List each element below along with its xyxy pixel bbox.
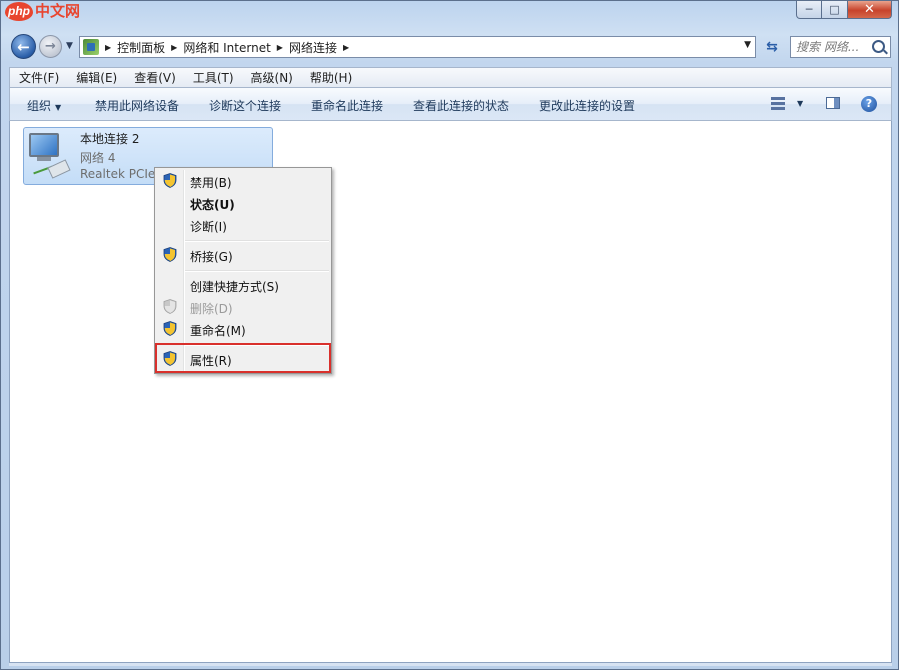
history-dropdown-icon[interactable]: ▼ (66, 41, 73, 51)
search-box[interactable] (790, 36, 891, 58)
command-bar: 组织 ▼ 禁用此网络设备 诊断这个连接 重命名此连接 查看此连接的状态 更改此连接… (9, 88, 892, 121)
ctx-disable-label: 禁用(B) (190, 176, 232, 190)
back-button[interactable]: ← (11, 34, 36, 59)
refresh-icon: ⇆ (766, 39, 778, 55)
logo-cn-text: 中文网 (35, 2, 81, 20)
chevron-down-icon: ▼ (55, 103, 62, 112)
ctx-create-shortcut-label: 创建快捷方式(S) (190, 280, 279, 294)
connection-name: 本地连接 2 (80, 132, 140, 146)
organize-button[interactable]: 组织 ▼ (27, 97, 61, 114)
uac-shield-icon (163, 173, 177, 188)
uac-shield-icon (163, 247, 177, 262)
menu-separator (185, 270, 329, 272)
window-bottom-border (9, 663, 892, 666)
view-dropdown-icon[interactable]: ▼ (797, 99, 803, 108)
help-icon[interactable]: ? (861, 96, 877, 112)
ctx-delete: 删除(D) (157, 296, 329, 318)
forward-button[interactable]: → (39, 35, 62, 58)
caption-buttons: ─ □ ✕ (796, 1, 892, 19)
properties-highlight-box (155, 343, 331, 373)
ctx-diagnose-label: 诊断(I) (190, 220, 227, 234)
minimize-button[interactable]: ─ (796, 1, 822, 19)
file-list-area[interactable] (9, 121, 892, 663)
preview-pane-icon[interactable] (826, 97, 840, 109)
uac-shield-icon (163, 299, 177, 314)
menu-advanced[interactable]: 高级(N) (242, 69, 301, 86)
ctx-status-label: 状态(U) (190, 198, 235, 212)
refresh-button[interactable]: ⇆ (761, 36, 783, 58)
maximize-button[interactable]: □ (822, 1, 848, 19)
diagnose-button[interactable]: 诊断这个连接 (209, 97, 281, 114)
menu-view[interactable]: 查看(V) (125, 69, 184, 86)
view-status-button[interactable]: 查看此连接的状态 (413, 97, 509, 114)
connection-adapter: Realtek PCIe (80, 167, 156, 181)
explorer-window: php 中文网 ─ □ ✕ ← → ▼ ▶ 控制面板 ▶ 网络和 Interne… (0, 0, 899, 670)
menu-separator (185, 240, 329, 242)
network-adapter-icon (27, 131, 73, 181)
address-dropdown-icon[interactable]: ▼ (744, 40, 751, 50)
change-view-icon[interactable] (771, 97, 785, 111)
navigation-bar: ← → ▼ ▶ 控制面板 ▶ 网络和 Internet ▶ 网络连接 ▶ ▼ ⇆ (9, 34, 892, 60)
chevron-right-icon[interactable]: ▶ (105, 43, 111, 52)
rename-button[interactable]: 重命名此连接 (311, 97, 383, 114)
ctx-bridge[interactable]: 桥接(G) (157, 244, 329, 266)
menu-help[interactable]: 帮助(H) (301, 69, 360, 86)
ctx-delete-label: 删除(D) (190, 302, 233, 316)
search-icon[interactable] (872, 40, 885, 53)
breadcrumb-control-panel[interactable]: 控制面板 (117, 39, 165, 56)
organize-label: 组织 (27, 99, 52, 113)
breadcrumb-network-connections[interactable]: 网络连接 (289, 39, 337, 56)
menu-bar: 文件(F) 编辑(E) 查看(V) 工具(T) 高级(N) 帮助(H) (9, 67, 892, 88)
logo-php-badge: php (5, 2, 33, 21)
chevron-right-icon[interactable]: ▶ (343, 43, 349, 52)
close-button[interactable]: ✕ (848, 1, 892, 19)
ctx-rename[interactable]: 重命名(M) (157, 318, 329, 340)
chevron-right-icon[interactable]: ▶ (277, 43, 283, 52)
change-settings-button[interactable]: 更改此连接的设置 (539, 97, 635, 114)
address-bar[interactable]: ▶ 控制面板 ▶ 网络和 Internet ▶ 网络连接 ▶ ▼ (79, 36, 756, 58)
ctx-status[interactable]: 状态(U) (157, 192, 329, 214)
menu-file[interactable]: 文件(F) (10, 69, 67, 86)
ctx-bridge-label: 桥接(G) (190, 250, 233, 264)
arrow-left-icon: ← (17, 37, 30, 56)
breadcrumb-network-internet[interactable]: 网络和 Internet (183, 39, 270, 56)
ctx-create-shortcut[interactable]: 创建快捷方式(S) (157, 274, 329, 296)
connection-network: 网络 4 (80, 151, 116, 165)
search-input[interactable] (796, 40, 872, 54)
arrow-right-icon: → (45, 39, 56, 54)
menu-tools[interactable]: 工具(T) (184, 69, 242, 86)
chevron-right-icon[interactable]: ▶ (171, 43, 177, 52)
control-panel-icon (83, 39, 99, 55)
uac-shield-icon (163, 321, 177, 336)
menu-edit[interactable]: 编辑(E) (67, 69, 125, 86)
ctx-diagnose[interactable]: 诊断(I) (157, 214, 329, 236)
ctx-disable[interactable]: 禁用(B) (157, 170, 329, 192)
disable-device-button[interactable]: 禁用此网络设备 (95, 97, 179, 114)
ctx-rename-label: 重命名(M) (190, 324, 246, 338)
